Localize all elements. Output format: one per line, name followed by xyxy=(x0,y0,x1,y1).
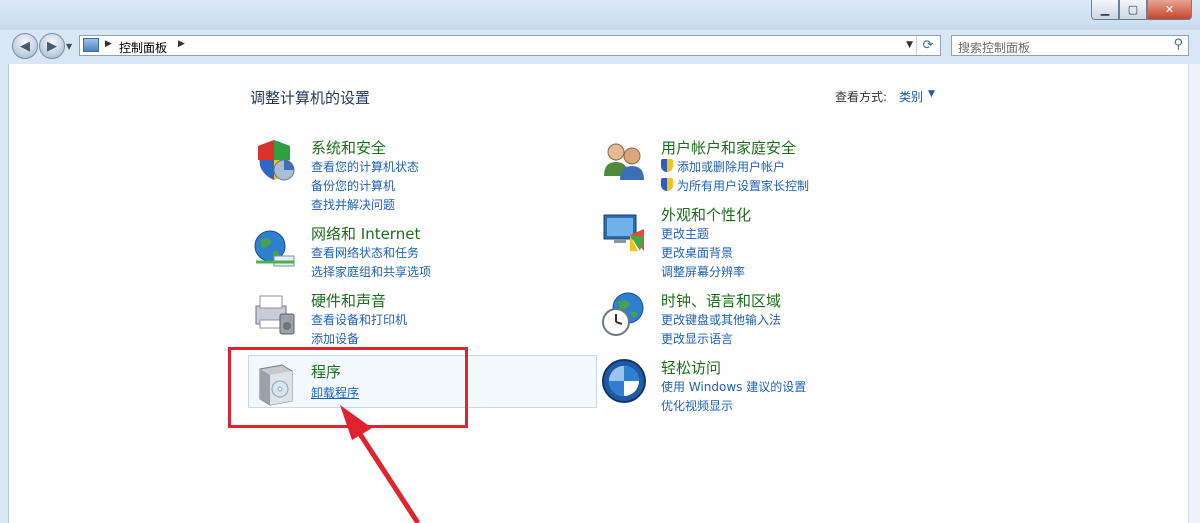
uac-shield-icon xyxy=(661,178,673,191)
navigation-bar: ◀ ▶ ▼ ▶ 控制面板 ▶ ▼ ⟳ 搜索控制面板 ⚲ xyxy=(0,30,1200,62)
address-dropdown-icon[interactable]: ▼ xyxy=(906,40,913,50)
uac-shield-icon xyxy=(661,159,673,172)
maximize-button[interactable]: ▢ xyxy=(1119,0,1147,20)
printer-icon[interactable] xyxy=(250,290,298,338)
ease-of-access-icon[interactable] xyxy=(600,357,648,405)
vertical-scrollbar[interactable] xyxy=(1188,64,1200,523)
chevron-down-icon[interactable]: ▼ xyxy=(928,89,935,99)
link-screen-resolution[interactable]: 调整屏幕分辨率 xyxy=(661,263,745,280)
link-devices-printers[interactable]: 查看设备和打印机 xyxy=(311,311,407,328)
clock-globe-icon[interactable] xyxy=(600,290,648,338)
back-button[interactable]: ◀ xyxy=(12,33,38,59)
chevron-right-icon[interactable]: ▶ xyxy=(178,39,185,49)
category-hardware-sound[interactable]: 硬件和声音 xyxy=(311,290,386,311)
category-system-security[interactable]: 系统和安全 xyxy=(311,137,386,158)
network-globe-icon[interactable] xyxy=(250,226,298,274)
display-personalization-icon[interactable] xyxy=(600,207,648,255)
link-network-status[interactable]: 查看网络状态和任务 xyxy=(311,244,419,261)
window-controls: ▁ ▢ ✕ xyxy=(1091,0,1192,20)
forward-button[interactable]: ▶ xyxy=(39,33,65,59)
control-panel-icon xyxy=(83,38,99,52)
category-network-internet[interactable]: 网络和 Internet xyxy=(311,223,420,244)
link-troubleshoot[interactable]: 查找并解决问题 xyxy=(311,196,395,213)
minimize-button[interactable]: ▁ xyxy=(1091,0,1119,20)
link-parental-controls[interactable]: 为所有用户设置家长控制 xyxy=(677,177,809,194)
view-by-label: 查看方式: xyxy=(835,90,888,104)
link-display-language[interactable]: 更改显示语言 xyxy=(661,330,733,347)
page-title: 调整计算机的设置 xyxy=(250,89,371,107)
content-pane xyxy=(8,64,1189,523)
link-view-computer-status[interactable]: 查看您的计算机状态 xyxy=(311,158,419,175)
link-change-theme[interactable]: 更改主题 xyxy=(661,225,709,242)
category-appearance[interactable]: 外观和个性化 xyxy=(661,204,751,225)
link-windows-recommended-settings[interactable]: 使用 Windows 建议的设置 xyxy=(661,378,806,395)
search-placeholder: 搜索控制面板 xyxy=(958,41,1031,55)
category-user-accounts[interactable]: 用户帐户和家庭安全 xyxy=(661,137,796,158)
search-input[interactable]: 搜索控制面板 ⚲ xyxy=(951,35,1189,56)
search-icon[interactable]: ⚲ xyxy=(1173,37,1183,52)
history-dropdown-icon[interactable]: ▼ xyxy=(66,42,72,51)
address-bar[interactable]: ▶ 控制面板 ▶ ▼ ⟳ xyxy=(79,35,941,56)
close-button[interactable]: ✕ xyxy=(1147,0,1192,20)
link-add-device[interactable]: 添加设备 xyxy=(311,330,359,347)
chevron-right-icon[interactable]: ▶ xyxy=(105,39,112,49)
title-bar: ▁ ▢ ✕ xyxy=(0,0,1200,30)
link-homegroup-sharing[interactable]: 选择家庭组和共享选项 xyxy=(311,263,431,280)
breadcrumb-control-panel[interactable]: 控制面板 xyxy=(119,39,167,56)
annotation-red-rectangle xyxy=(228,347,468,428)
shield-icon[interactable] xyxy=(250,136,298,184)
link-add-remove-users[interactable]: 添加或删除用户帐户 xyxy=(677,158,785,175)
users-icon[interactable] xyxy=(600,136,648,184)
link-backup-computer[interactable]: 备份您的计算机 xyxy=(311,177,395,194)
category-ease-of-access[interactable]: 轻松访问 xyxy=(661,357,721,378)
link-optimize-video-display[interactable]: 优化视频显示 xyxy=(661,397,733,414)
link-desktop-background[interactable]: 更改桌面背景 xyxy=(661,244,733,261)
view-by-dropdown[interactable]: 类别 xyxy=(899,88,923,105)
link-keyboard-input[interactable]: 更改键盘或其他输入法 xyxy=(661,311,781,328)
category-clock-language[interactable]: 时钟、语言和区域 xyxy=(661,290,781,311)
refresh-button[interactable]: ⟳ xyxy=(916,36,939,55)
